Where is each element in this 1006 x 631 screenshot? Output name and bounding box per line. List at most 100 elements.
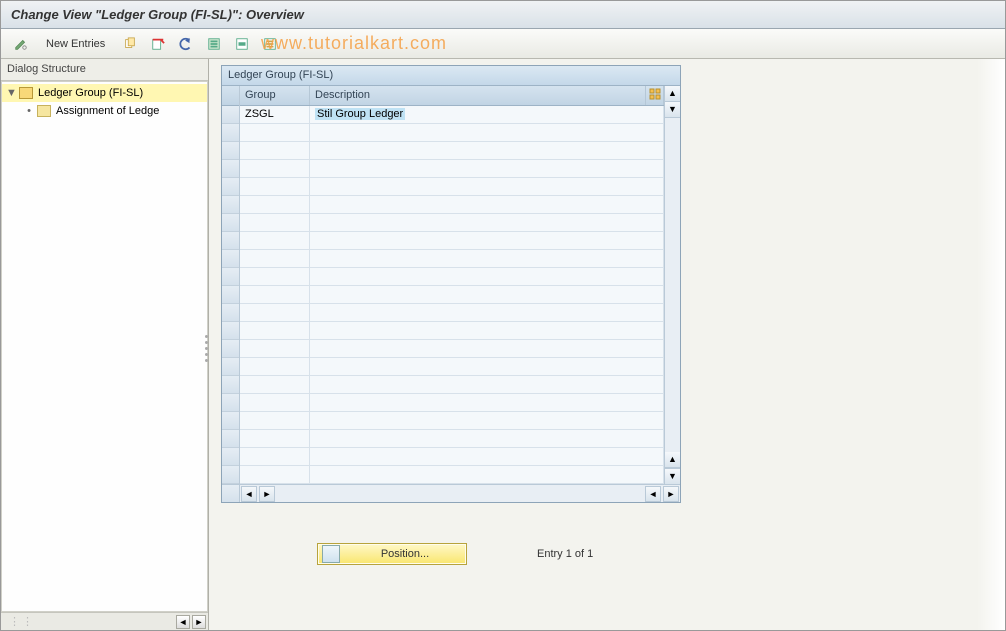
tree-node-assignment[interactable]: • Assignment of Ledge	[2, 102, 207, 120]
hscroll-left-button[interactable]: ◄	[241, 486, 257, 502]
column-header-description[interactable]: Description	[310, 86, 646, 105]
row-selector[interactable]	[222, 430, 239, 448]
cell-group[interactable]	[240, 304, 310, 321]
row-selector[interactable]	[222, 448, 239, 466]
table-row[interactable]	[240, 358, 664, 376]
table-row[interactable]	[240, 466, 664, 484]
cell-description[interactable]	[310, 394, 664, 411]
cell-description[interactable]	[310, 232, 664, 249]
cell-description[interactable]	[310, 430, 664, 447]
cell-description[interactable]	[310, 268, 664, 285]
cell-group[interactable]	[240, 376, 310, 393]
cell-group[interactable]	[240, 412, 310, 429]
cell-description[interactable]	[310, 340, 664, 357]
hscroll-right-button-2[interactable]: ►	[663, 486, 679, 502]
cell-group[interactable]	[240, 430, 310, 447]
table-row[interactable]	[240, 142, 664, 160]
table-row[interactable]	[240, 250, 664, 268]
row-selector[interactable]	[222, 340, 239, 358]
cell-description[interactable]	[310, 250, 664, 267]
table-row[interactable]	[240, 412, 664, 430]
dialog-structure-tree[interactable]: ▼ Ledger Group (FI-SL) • Assignment of L…	[1, 81, 208, 612]
table-settings-button[interactable]	[646, 86, 664, 105]
table-row[interactable]	[240, 448, 664, 466]
tree-collapse-icon[interactable]: ▼	[6, 87, 16, 99]
row-selector[interactable]	[222, 142, 239, 160]
cell-group[interactable]	[240, 448, 310, 465]
cell-description[interactable]	[310, 358, 664, 375]
deselect-all-button[interactable]	[258, 34, 282, 54]
row-selector[interactable]	[222, 322, 239, 340]
cell-description[interactable]	[310, 178, 664, 195]
row-selector[interactable]	[222, 412, 239, 430]
row-selector[interactable]	[222, 124, 239, 142]
cell-group[interactable]	[240, 196, 310, 213]
table-row[interactable]	[240, 394, 664, 412]
table-row[interactable]	[240, 214, 664, 232]
sidebar-horizontal-scrollbar[interactable]: ⋮⋮ ◄ ►	[1, 612, 208, 630]
cell-description[interactable]	[310, 448, 664, 465]
table-row[interactable]: ZSGLStil Group Ledger	[240, 106, 664, 124]
cell-description[interactable]	[310, 466, 664, 483]
row-selector[interactable]	[222, 250, 239, 268]
cell-description[interactable]	[310, 196, 664, 213]
cell-description[interactable]	[310, 142, 664, 159]
cell-description[interactable]	[310, 304, 664, 321]
toggle-display-change-button[interactable]	[9, 34, 33, 54]
cell-group[interactable]	[240, 286, 310, 303]
new-entries-button[interactable]: New Entries	[37, 34, 114, 54]
cell-description[interactable]	[310, 286, 664, 303]
cell-description[interactable]	[310, 214, 664, 231]
cell-group[interactable]	[240, 250, 310, 267]
row-selector[interactable]	[222, 466, 239, 484]
cell-group[interactable]	[240, 394, 310, 411]
copy-as-button[interactable]	[118, 34, 142, 54]
table-row[interactable]	[240, 124, 664, 142]
cell-group[interactable]	[240, 268, 310, 285]
row-selector[interactable]	[222, 214, 239, 232]
column-header-group[interactable]: Group	[240, 86, 310, 105]
table-vertical-scrollbar[interactable]: ▲ ▼ ▲ ▼	[664, 86, 680, 484]
table-row[interactable]	[240, 178, 664, 196]
tree-node-ledger-group[interactable]: ▼ Ledger Group (FI-SL)	[2, 84, 207, 102]
row-selector[interactable]	[222, 304, 239, 322]
row-selector[interactable]	[222, 268, 239, 286]
row-selector[interactable]	[222, 232, 239, 250]
cell-group[interactable]	[240, 466, 310, 483]
hscroll-left-button-2[interactable]: ◄	[645, 486, 661, 502]
cell-group[interactable]	[240, 178, 310, 195]
table-row[interactable]	[240, 232, 664, 250]
table-row[interactable]	[240, 160, 664, 178]
scroll-up-button[interactable]: ▲	[665, 86, 680, 102]
cell-group[interactable]	[240, 124, 310, 141]
hscroll-right-button[interactable]: ►	[259, 486, 275, 502]
select-all-button[interactable]	[202, 34, 226, 54]
table-row[interactable]	[240, 322, 664, 340]
row-selector[interactable]	[222, 160, 239, 178]
vertical-scroll-track[interactable]	[665, 118, 680, 452]
cell-group[interactable]	[240, 160, 310, 177]
table-row[interactable]	[240, 376, 664, 394]
cell-group[interactable]	[240, 232, 310, 249]
table-row[interactable]	[240, 286, 664, 304]
scroll-left-button[interactable]: ◄	[176, 615, 190, 629]
row-selector[interactable]	[222, 196, 239, 214]
table-row[interactable]	[240, 304, 664, 322]
row-selector[interactable]	[222, 376, 239, 394]
cell-group[interactable]: ZSGL	[240, 106, 310, 123]
table-row[interactable]	[240, 268, 664, 286]
table-row[interactable]	[240, 196, 664, 214]
scroll-down-button-2[interactable]: ▼	[665, 468, 680, 484]
cell-description[interactable]: Stil Group Ledger	[310, 106, 664, 123]
row-selector[interactable]	[222, 178, 239, 196]
table-row[interactable]	[240, 340, 664, 358]
scroll-up-button-2[interactable]: ▲	[665, 452, 680, 468]
cell-group[interactable]	[240, 322, 310, 339]
undo-button[interactable]	[174, 34, 198, 54]
row-selector[interactable]	[222, 394, 239, 412]
row-selector[interactable]	[222, 358, 239, 376]
delete-button[interactable]	[146, 34, 170, 54]
position-button[interactable]: Position...	[317, 543, 467, 565]
cell-description[interactable]	[310, 412, 664, 429]
select-block-button[interactable]	[230, 34, 254, 54]
